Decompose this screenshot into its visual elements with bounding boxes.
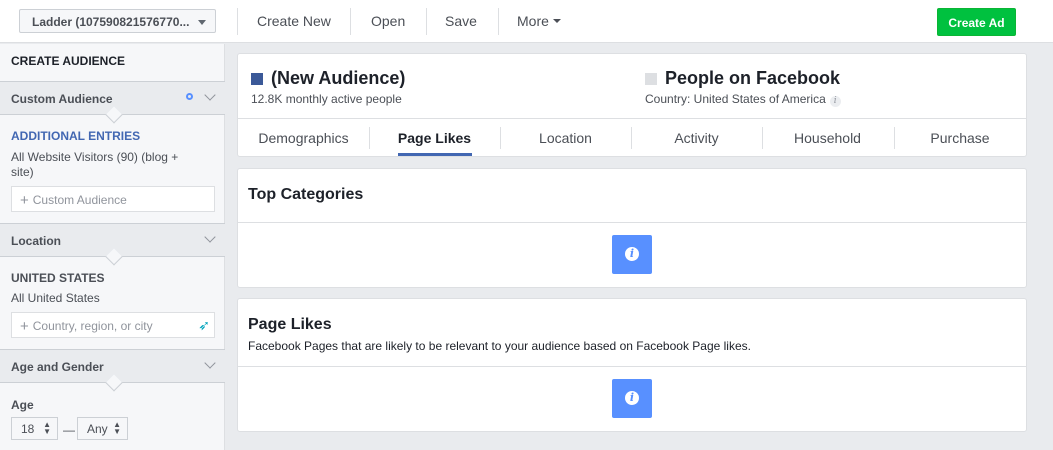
country-text: Country: United States of America [645,92,826,106]
card-divider [238,222,1026,223]
age-min-value: 18 [21,422,35,436]
people-on-facebook-swatch [645,73,657,85]
up-down-arrows-icon: ▲ ▼ [113,420,121,436]
toolbar-divider [498,8,499,35]
top-categories-card: Top Categories i [237,168,1027,288]
location-entry: All United States [11,291,100,305]
top-categories-info-button[interactable]: i [612,235,652,274]
toolbar-divider [426,8,427,35]
plus-icon: + [20,318,29,335]
chevron-down-icon [198,20,206,25]
toolbar-divider [237,8,238,35]
age-gender-section-header[interactable]: Age and Gender [0,349,225,392]
account-selector-label: Ladder (107590821576770... [32,15,190,29]
account-selector[interactable]: Ladder (107590821576770... [19,9,216,33]
info-icon[interactable]: i [829,96,841,107]
section-notch [105,248,123,266]
toolbar-divider [350,8,351,35]
custom-audience-entry: All Website Visitors (90) (blog + site) [11,150,179,179]
age-label: Age [11,398,34,412]
top-categories-title: Top Categories [248,186,364,203]
page-likes-card: Page Likes Facebook Pages that are likel… [237,298,1027,432]
new-audience-swatch [251,73,263,85]
custom-audience-input[interactable]: + Custom Audience [11,186,215,212]
people-on-facebook-name: People on Facebook [665,68,841,88]
card-divider [238,366,1026,367]
page-likes-description: Facebook Pages that are likely to be rel… [248,339,751,353]
audience-summary-card: (New Audience) 12.8K monthly active peop… [237,53,1027,157]
tab-activity[interactable]: Activity [631,119,762,156]
more-menu-button[interactable]: More [517,13,561,29]
info-icon: i [625,391,639,405]
section-label: Location [11,234,61,248]
section-label: Custom Audience [11,92,113,106]
up-down-arrows-icon: ▲ ▼ [43,420,51,436]
chevron-down-icon[interactable] [204,89,216,101]
location-section-header[interactable]: Location [0,223,225,266]
selected-tab-underline [397,153,472,156]
page-likes-info-button[interactable]: i [612,379,652,418]
new-audience-size: 12.8K monthly active people [251,92,402,106]
tab-page-likes-label: Page Likes [397,130,472,146]
age-min-select[interactable]: 18 ▲ ▼ [11,417,58,440]
tab-page-likes[interactable]: Page Likes [369,119,500,156]
create-ad-button[interactable]: Create Ad [937,8,1016,36]
caret-down-icon [552,19,561,23]
top-toolbar: Ladder (107590821576770... Create New Op… [0,0,1053,43]
settings-icon[interactable] [186,93,193,100]
people-on-facebook-country: Country: United States of America i [645,92,841,107]
tab-purchase[interactable]: Purchase [894,119,1026,156]
section-notch [105,106,123,124]
tab-location[interactable]: Location [500,119,631,156]
drop-pin-icon[interactable]: ➶ [198,317,210,334]
tab-household[interactable]: Household [762,119,893,156]
age-max-value: Any [87,422,108,436]
page-likes-title: Page Likes [248,316,332,333]
sidebar-title: CREATE AUDIENCE [11,54,126,68]
save-button[interactable]: Save [445,13,477,29]
age-max-select[interactable]: Any ▲ ▼ [77,417,128,440]
additional-entries-title: ADDITIONAL ENTRIES [11,129,141,143]
info-icon: i [625,247,639,261]
custom-audience-placeholder: Custom Audience [32,193,127,207]
age-range-dash: — [63,423,75,437]
custom-audience-section-header[interactable]: Custom Audience [0,81,225,124]
chevron-down-icon[interactable] [204,231,216,243]
section-label: Age and Gender [11,360,104,374]
chevron-down-icon[interactable] [204,357,216,369]
location-placeholder: Country, region, or city [32,319,153,333]
section-notch [105,374,123,392]
insights-tabs: Demographics Page Likes Location Activit… [238,118,1026,156]
more-menu-label: More [517,13,549,29]
open-button[interactable]: Open [371,13,405,29]
tab-demographics[interactable]: Demographics [238,119,369,156]
create-audience-sidebar: CREATE AUDIENCE Custom Audience ADDITION… [0,44,225,450]
location-input[interactable]: + Country, region, or city ➶ [11,312,215,338]
plus-icon: + [20,192,29,209]
create-new-button[interactable]: Create New [257,13,331,29]
new-audience-name: (New Audience) [271,68,406,88]
location-country-title: UNITED STATES [11,271,105,285]
